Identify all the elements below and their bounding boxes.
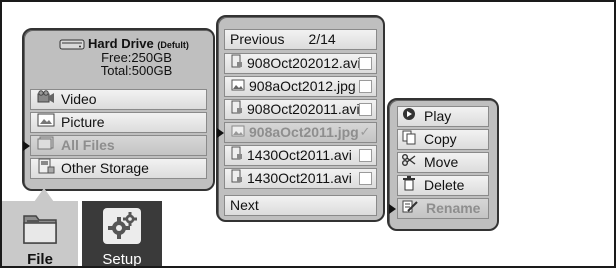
file-item[interactable]: 908Oct202012.avi	[224, 53, 377, 74]
tab-connector	[34, 188, 54, 202]
rename-icon	[402, 199, 418, 219]
play-icon	[402, 107, 416, 126]
all-files-icon	[37, 136, 55, 155]
category-label: Picture	[61, 114, 105, 130]
action-label: Move	[424, 154, 459, 170]
selection-arrow-icon	[389, 204, 396, 214]
file-item[interactable]: 1430Oct2011.avi	[224, 168, 377, 189]
next-page-button[interactable]: Next	[224, 195, 377, 216]
file-name: 908Oct202012.avi	[247, 55, 361, 71]
category-other-storage[interactable]: Other Storage	[30, 158, 207, 179]
tab-file-label: File	[27, 251, 53, 268]
drive-title: Hard Drive	[88, 36, 154, 51]
video-file-icon	[231, 169, 243, 188]
screen: Hard Drive (Defult) Free:250GB Total:500…	[0, 0, 616, 268]
tab-file[interactable]: File	[2, 201, 80, 268]
previous-page-button[interactable]: Previous 2/14	[224, 29, 377, 50]
gear-icon	[103, 208, 141, 244]
previous-label: Previous	[230, 31, 285, 47]
file-checkbox[interactable]	[359, 103, 372, 116]
picture-file-icon	[231, 123, 245, 142]
category-all-files[interactable]: All Files	[30, 135, 207, 156]
category-label: All Files	[61, 137, 115, 153]
action-move[interactable]: Move	[397, 152, 489, 173]
action-rename[interactable]: Rename	[397, 198, 489, 219]
action-label: Play	[424, 108, 452, 124]
drive-title-suffix: (Defult)	[157, 40, 189, 50]
file-name: 1430Oct2011.avi	[247, 147, 352, 163]
category-picture[interactable]: Picture	[30, 112, 207, 133]
file-item[interactable]: 908aOct2012.jpg	[224, 76, 377, 97]
file-name: 908Oct202011.avi	[247, 101, 360, 117]
action-label: Rename	[426, 200, 481, 216]
file-name: 908aOct2011.jpg	[249, 124, 359, 140]
file-list-panel: Previous 2/14 908Oct202012.avi 908aOct20…	[216, 15, 385, 222]
picture-icon	[37, 113, 55, 132]
category-label: Other Storage	[61, 160, 149, 176]
tab-setup[interactable]: Setup	[82, 201, 162, 268]
file-checkbox[interactable]	[359, 80, 372, 93]
file-item[interactable]: 1430Oct2011.avi	[224, 145, 377, 166]
file-item[interactable]: 908Oct202011.avi	[224, 99, 377, 120]
action-label: Delete	[424, 177, 465, 193]
category-video[interactable]: Video	[30, 89, 207, 110]
storage-icon	[37, 158, 55, 179]
video-file-icon	[231, 100, 243, 119]
category-label: Video	[61, 91, 97, 107]
actions-panel: Play Copy Move Delete Rename	[387, 98, 499, 231]
selection-arrow-icon	[217, 128, 224, 138]
file-checkbox[interactable]	[359, 57, 372, 70]
picture-file-icon	[231, 77, 245, 96]
video-file-icon	[231, 54, 243, 73]
drive-info: Hard Drive (Defult) Free:250GB Total:500…	[24, 34, 213, 84]
action-delete[interactable]: Delete	[397, 175, 489, 196]
next-label: Next	[230, 197, 259, 213]
video-icon	[37, 90, 55, 109]
checkmark-icon[interactable]: ✓	[358, 125, 372, 139]
file-name: 908aOct2012.jpg	[249, 78, 356, 94]
copy-icon	[402, 130, 416, 150]
selection-arrow-icon	[23, 141, 30, 151]
action-play[interactable]: Play	[397, 106, 489, 127]
tab-setup-label: Setup	[102, 251, 142, 268]
trash-icon	[402, 175, 416, 196]
file-checkbox[interactable]	[359, 149, 372, 162]
storage-panel: Hard Drive (Defult) Free:250GB Total:500…	[22, 28, 215, 191]
action-label: Copy	[424, 131, 457, 147]
file-item-selected[interactable]: 908aOct2011.jpg ✓	[224, 122, 377, 143]
file-name: 1430Oct2011.avi	[247, 170, 352, 186]
action-copy[interactable]: Copy	[397, 129, 489, 150]
file-folder-icon	[20, 207, 60, 252]
page-indicator: 2/14	[308, 31, 336, 47]
file-checkbox[interactable]	[359, 172, 372, 185]
scissors-icon	[402, 153, 416, 172]
video-file-icon	[231, 146, 243, 165]
